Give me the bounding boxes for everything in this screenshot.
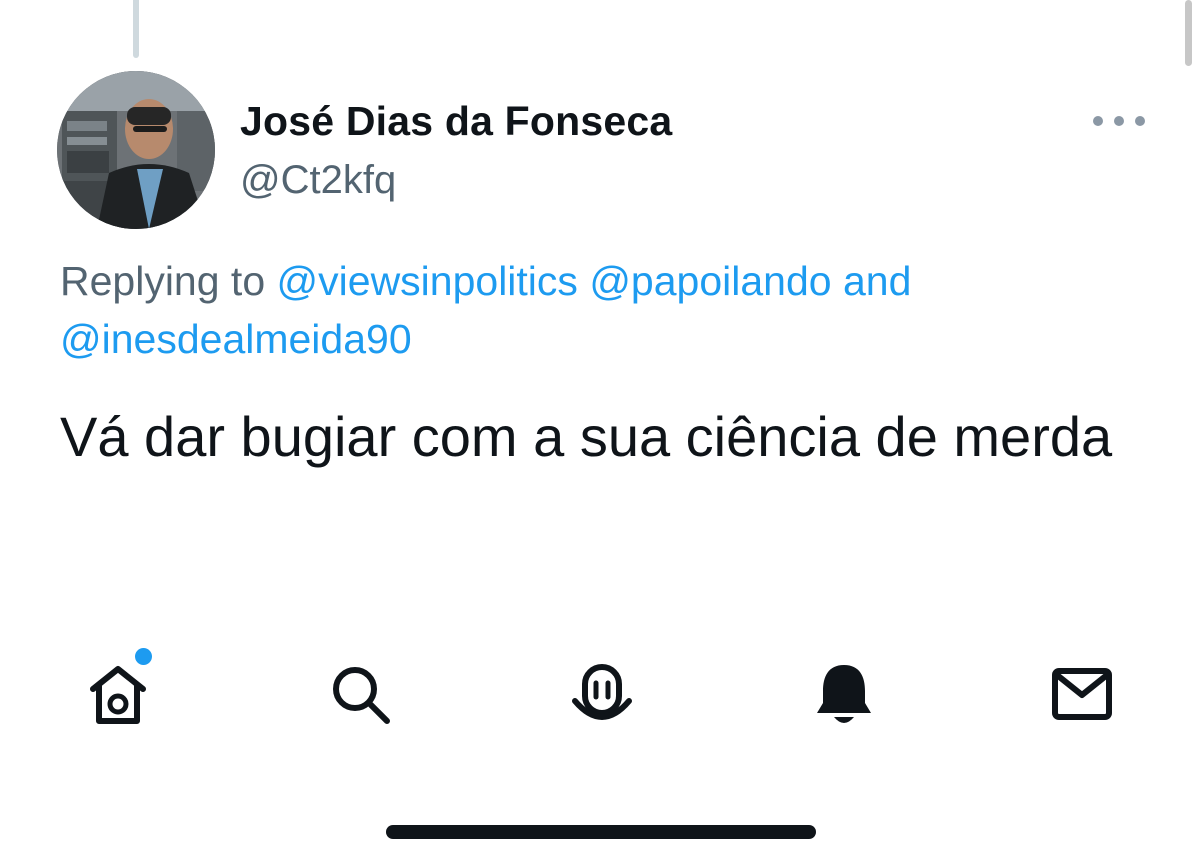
- notification-dot: [135, 648, 152, 665]
- bell-icon: [817, 665, 871, 723]
- search-icon: [333, 667, 390, 724]
- author-display-name[interactable]: José Dias da Fonseca: [240, 98, 672, 145]
- tab-messages[interactable]: [1044, 656, 1120, 732]
- tweet-text: Vá dar bugiar com a sua ciência de merda: [60, 405, 1113, 468]
- mention-link[interactable]: @inesdealmeida90: [60, 316, 412, 362]
- more-dot: [1114, 116, 1124, 126]
- mail-icon: [1052, 668, 1112, 720]
- thread-connector-line: [133, 0, 139, 58]
- avatar-photo: [57, 71, 215, 229]
- scrollbar[interactable]: [1185, 0, 1192, 66]
- spaces-icon: [572, 664, 632, 720]
- tab-spaces[interactable]: [564, 656, 640, 732]
- more-dot: [1093, 116, 1103, 126]
- avatar[interactable]: [57, 71, 215, 229]
- tab-notifications[interactable]: [806, 656, 882, 732]
- more-options-icon[interactable]: [1093, 108, 1145, 134]
- reply-context: Replying to @viewsinpolitics @papoilando…: [60, 252, 1150, 368]
- tab-search[interactable]: [322, 656, 398, 732]
- more-dot: [1135, 116, 1145, 126]
- mention-link[interactable]: @viewsinpolitics: [277, 258, 578, 304]
- reply-prefix: Replying to: [60, 258, 266, 304]
- home-icon: [90, 666, 146, 724]
- author-handle[interactable]: @Ct2kfq: [240, 158, 396, 203]
- tab-home[interactable]: [80, 656, 156, 732]
- mention-conjunction[interactable]: and: [843, 258, 911, 304]
- mention-link[interactable]: @papoilando: [589, 258, 831, 304]
- home-indicator[interactable]: [386, 825, 816, 839]
